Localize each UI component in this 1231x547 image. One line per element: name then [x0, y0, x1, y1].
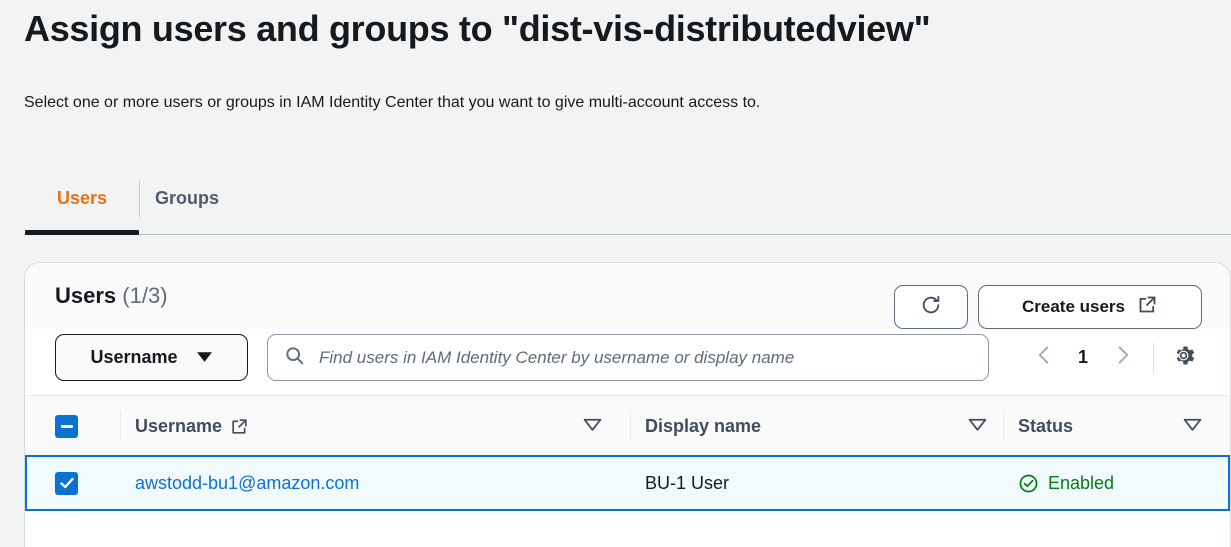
tab-active-indicator	[25, 230, 139, 235]
checkbox-check-mark	[59, 477, 74, 489]
row-checkbox-cell	[55, 457, 78, 509]
tab-separator	[139, 181, 140, 217]
refresh-button[interactable]	[894, 285, 968, 329]
filter-property-dropdown[interactable]: Username	[55, 334, 248, 381]
table-row[interactable]: awstodd-bu1@amazon.com BU-1 User Enabled	[25, 455, 1230, 511]
check-circle-icon	[1018, 473, 1039, 494]
chevron-down-icon	[196, 347, 213, 368]
refresh-icon	[920, 294, 942, 321]
panel-count: (1/3)	[122, 283, 168, 308]
tab-bottom-divider	[24, 234, 1231, 235]
search-input-placeholder: Find users in IAM Identity Center by use…	[319, 347, 795, 367]
column-header-status[interactable]: Status	[1018, 396, 1230, 456]
search-icon	[284, 345, 305, 371]
column-header-username-label: Username	[135, 415, 223, 436]
pagination-page-1[interactable]: 1	[1063, 347, 1103, 368]
table-header-row: Username Display name Status	[25, 395, 1230, 455]
column-header-status-label: Status	[1018, 415, 1074, 436]
external-link-icon	[230, 417, 249, 436]
pagination-next-button[interactable]	[1103, 334, 1141, 381]
filter-property-label: Username	[90, 347, 178, 367]
column-header-username[interactable]: Username	[135, 396, 630, 456]
sort-triangle-icon[interactable]	[968, 416, 987, 437]
select-all-checkbox[interactable]	[55, 414, 78, 438]
row-select-checkbox[interactable]	[55, 471, 78, 495]
row-display-name: BU-1 User	[645, 472, 730, 493]
tab-groups-label: Groups	[155, 187, 220, 208]
gear-icon	[1171, 343, 1196, 373]
column-header-display-name[interactable]: Display name	[645, 396, 1015, 456]
page-title: Assign users and groups to "dist-vis-dis…	[24, 8, 931, 49]
panel-title: Users (1/3)	[55, 283, 168, 309]
users-panel: Users (1/3) Create users Username Find u…	[24, 262, 1231, 547]
panel-header: Users (1/3) Create users	[25, 263, 1230, 329]
table-preferences-button[interactable]	[1166, 334, 1200, 381]
column-separator	[1003, 411, 1004, 441]
panel-title-text: Users	[55, 283, 117, 308]
tab-bar: Users Groups	[0, 168, 1231, 238]
filter-row: Username Find users in IAM Identity Cent…	[25, 329, 1230, 395]
column-separator	[120, 411, 121, 441]
row-username-link[interactable]: awstodd-bu1@amazon.com	[135, 457, 359, 509]
pagination-separator	[1153, 342, 1154, 373]
tab-users-label: Users	[56, 187, 108, 208]
checkbox-indeterminate-mark	[60, 424, 73, 428]
pagination-prev-button[interactable]	[1025, 334, 1063, 381]
pagination: 1	[1025, 334, 1200, 381]
tab-users[interactable]: Users	[25, 168, 139, 228]
column-separator	[630, 411, 631, 441]
external-link-icon	[1137, 294, 1158, 320]
chevron-right-icon	[1113, 343, 1132, 372]
chevron-left-icon	[1035, 343, 1054, 372]
create-users-button[interactable]: Create users	[978, 285, 1202, 329]
select-all-checkbox-cell	[55, 396, 78, 456]
search-input[interactable]: Find users in IAM Identity Center by use…	[267, 334, 989, 381]
row-status: Enabled	[1018, 457, 1114, 509]
users-table: Username Display name Status awstodd-bu1…	[25, 395, 1230, 511]
tab-groups[interactable]: Groups	[155, 168, 285, 228]
sort-triangle-icon[interactable]	[1183, 416, 1202, 437]
assign-users-groups-page: Assign users and groups to "dist-vis-dis…	[0, 0, 1231, 547]
column-header-display-name-label: Display name	[645, 415, 762, 436]
sort-triangle-icon[interactable]	[583, 416, 602, 437]
row-status-label: Enabled	[1048, 472, 1115, 493]
page-description: Select one or more users or groups in IA…	[24, 94, 761, 111]
create-users-label: Create users	[1021, 297, 1125, 316]
